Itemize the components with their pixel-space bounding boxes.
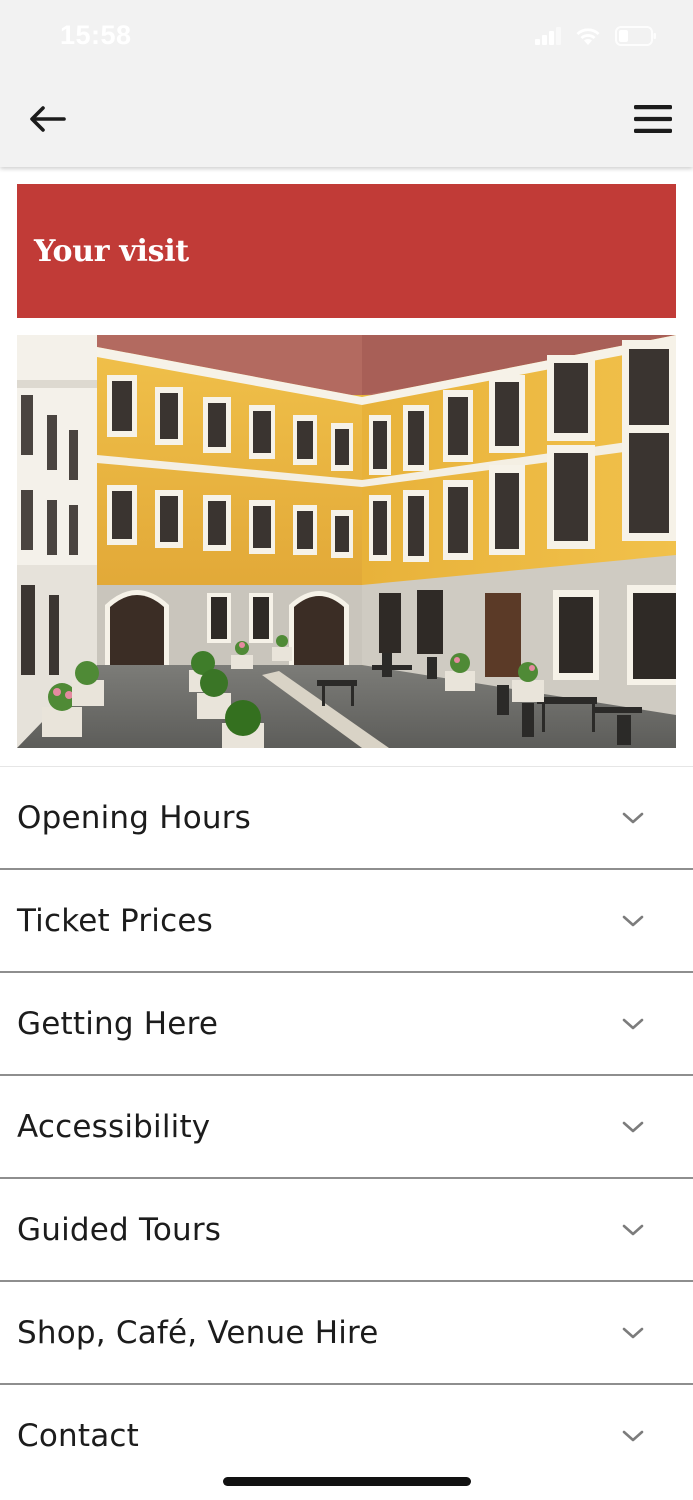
- accordion-item-label: Ticket Prices: [17, 902, 213, 939]
- courtyard-photo: [17, 335, 676, 748]
- accordion-item-label: Guided Tours: [17, 1211, 222, 1248]
- accordion-item-guided-tours[interactable]: Guided Tours: [0, 1179, 693, 1282]
- chevron-down-icon: [622, 1327, 644, 1338]
- hamburger-menu-icon: [633, 104, 673, 138]
- accordion-item-contact[interactable]: Contact: [0, 1385, 693, 1486]
- chevron-down-icon: [622, 1121, 644, 1132]
- accordion-item-label: Contact: [17, 1417, 140, 1454]
- page-title: Your visit: [34, 233, 189, 269]
- chevron-down-icon: [622, 1224, 644, 1235]
- accordion-item-getting-here[interactable]: Getting Here: [0, 973, 693, 1076]
- accordion-item-shop-cafe-venue-hire[interactable]: Shop, Café, Venue Hire: [0, 1282, 693, 1385]
- accordion-item-label: Shop, Café, Venue Hire: [17, 1314, 379, 1351]
- chevron-down-icon: [622, 1018, 644, 1029]
- accordion-item-label: Getting Here: [17, 1005, 219, 1042]
- arrow-left-icon: [28, 105, 66, 137]
- accordion-item-opening-hours[interactable]: Opening Hours: [0, 767, 693, 870]
- menu-button[interactable]: [627, 96, 679, 146]
- top-bar: 15:58: [0, 0, 693, 167]
- status-icons: [535, 25, 657, 51]
- chevron-down-icon: [622, 812, 644, 823]
- screen: 15:58 Your visit Opening Hours Ticket Pr…: [0, 0, 693, 1500]
- back-button[interactable]: [22, 96, 72, 146]
- accordion-item-label: Opening Hours: [17, 799, 252, 836]
- chevron-down-icon: [622, 915, 644, 926]
- battery-icon: [615, 26, 657, 50]
- page-title-banner: Your visit: [17, 184, 676, 318]
- home-indicator[interactable]: [223, 1477, 471, 1486]
- chevron-down-icon: [622, 1430, 644, 1441]
- status-time: 15:58: [60, 20, 132, 50]
- accordion-item-accessibility[interactable]: Accessibility: [0, 1076, 693, 1179]
- wifi-icon: [575, 26, 601, 50]
- accordion-item-ticket-prices[interactable]: Ticket Prices: [0, 870, 693, 973]
- accordion-item-label: Accessibility: [17, 1108, 211, 1145]
- signal-icon: [535, 27, 561, 49]
- visit-info-accordion: Opening Hours Ticket Prices Getting Here…: [0, 766, 693, 1486]
